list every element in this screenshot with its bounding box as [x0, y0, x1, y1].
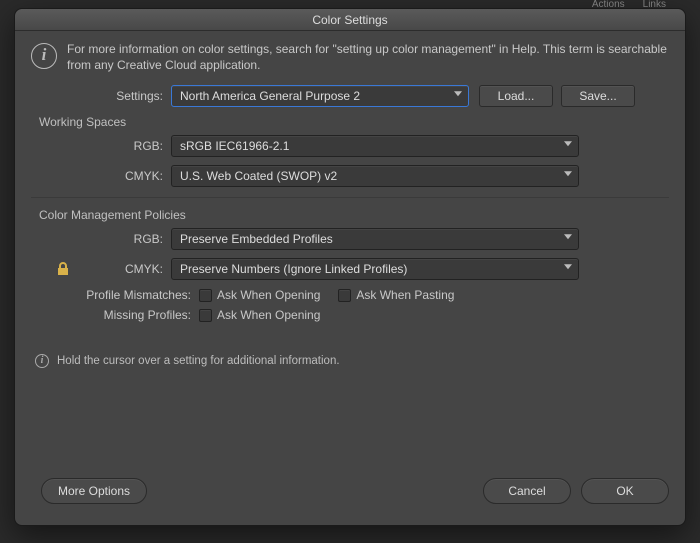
- pol-cmyk-value: Preserve Numbers (Ignore Linked Profiles…: [180, 262, 407, 276]
- hint-text: Hold the cursor over a setting for addit…: [57, 355, 340, 367]
- save-button[interactable]: Save...: [561, 85, 635, 107]
- chevron-down-icon: [564, 172, 572, 180]
- ws-rgb-label: RGB:: [31, 139, 171, 153]
- pol-rgb-select[interactable]: Preserve Embedded Profiles: [171, 228, 579, 250]
- settings-label: Settings:: [31, 89, 171, 103]
- cancel-button[interactable]: Cancel: [483, 478, 571, 504]
- mismatch-paste-checkbox[interactable]: Ask When Pasting: [338, 288, 454, 302]
- chevron-down-icon: [564, 265, 572, 273]
- chevron-down-icon: [564, 235, 572, 243]
- load-button[interactable]: Load...: [479, 85, 553, 107]
- ws-cmyk-value: U.S. Web Coated (SWOP) v2: [180, 169, 337, 183]
- checkbox-icon: [199, 309, 212, 322]
- missing-open-text: Ask When Opening: [217, 308, 320, 322]
- ws-cmyk-label: CMYK:: [31, 169, 171, 183]
- more-options-button[interactable]: More Options: [41, 478, 147, 504]
- pol-cmyk-select[interactable]: Preserve Numbers (Ignore Linked Profiles…: [171, 258, 579, 280]
- mismatch-paste-text: Ask When Pasting: [356, 288, 454, 302]
- ws-rgb-select[interactable]: sRGB IEC61966-2.1: [171, 135, 579, 157]
- pol-rgb-label: RGB:: [31, 232, 171, 246]
- info-text: For more information on color settings, …: [67, 41, 669, 73]
- ws-rgb-value: sRGB IEC61966-2.1: [180, 139, 289, 153]
- working-spaces-title: Working Spaces: [39, 115, 669, 129]
- info-icon: [31, 43, 57, 69]
- checkbox-icon: [199, 289, 212, 302]
- color-settings-dialog: Color Settings For more information on c…: [14, 8, 686, 526]
- ok-button[interactable]: OK: [581, 478, 669, 504]
- settings-value: North America General Purpose 2: [180, 89, 360, 103]
- missing-label: Missing Profiles:: [31, 308, 199, 322]
- dialog-title: Color Settings: [15, 9, 685, 31]
- chevron-down-icon: [564, 142, 572, 150]
- checkbox-icon: [338, 289, 351, 302]
- info-icon: [35, 354, 49, 368]
- mismatch-open-checkbox[interactable]: Ask When Opening: [199, 288, 320, 302]
- ws-cmyk-select[interactable]: U.S. Web Coated (SWOP) v2: [171, 165, 579, 187]
- chevron-down-icon: [454, 92, 462, 100]
- missing-open-checkbox[interactable]: Ask When Opening: [199, 308, 320, 322]
- divider: [31, 197, 669, 198]
- mismatch-open-text: Ask When Opening: [217, 288, 320, 302]
- policies-title: Color Management Policies: [39, 208, 669, 222]
- mismatch-label: Profile Mismatches:: [31, 288, 199, 302]
- lock-icon: [55, 261, 71, 277]
- pol-rgb-value: Preserve Embedded Profiles: [180, 232, 333, 246]
- settings-select[interactable]: North America General Purpose 2: [171, 85, 469, 107]
- pol-cmyk-label: CMYK:: [31, 262, 171, 276]
